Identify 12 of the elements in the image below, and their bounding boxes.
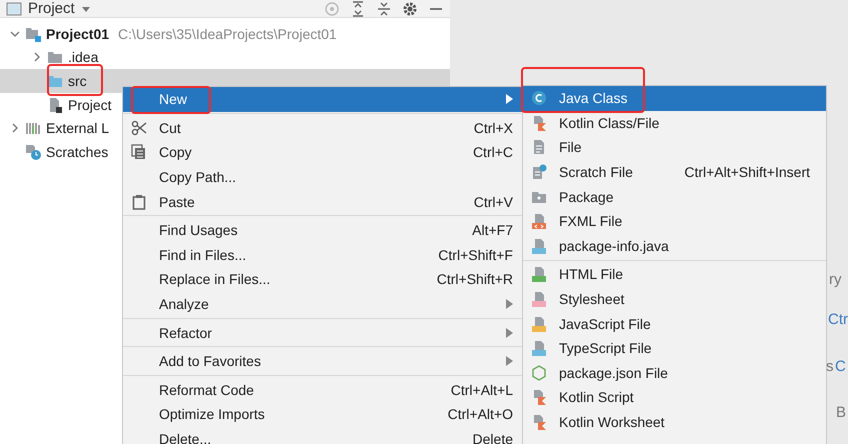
item-label: External L xyxy=(46,120,110,136)
project-path: C:\Users\35\IdeaProjects\Project01 xyxy=(118,26,337,42)
item-label: Scratches xyxy=(46,144,108,160)
item-label: Project01 xyxy=(46,26,110,42)
hint-text: B xyxy=(836,404,846,422)
hint-text: ry xyxy=(829,271,842,289)
hint-text: s xyxy=(826,358,834,376)
item-label: .idea xyxy=(68,49,98,66)
shortcut-hint: C xyxy=(835,358,846,376)
item-label: Project xyxy=(68,96,112,113)
shortcut-hint: Ctr xyxy=(828,311,848,329)
item-label: src xyxy=(68,72,87,89)
